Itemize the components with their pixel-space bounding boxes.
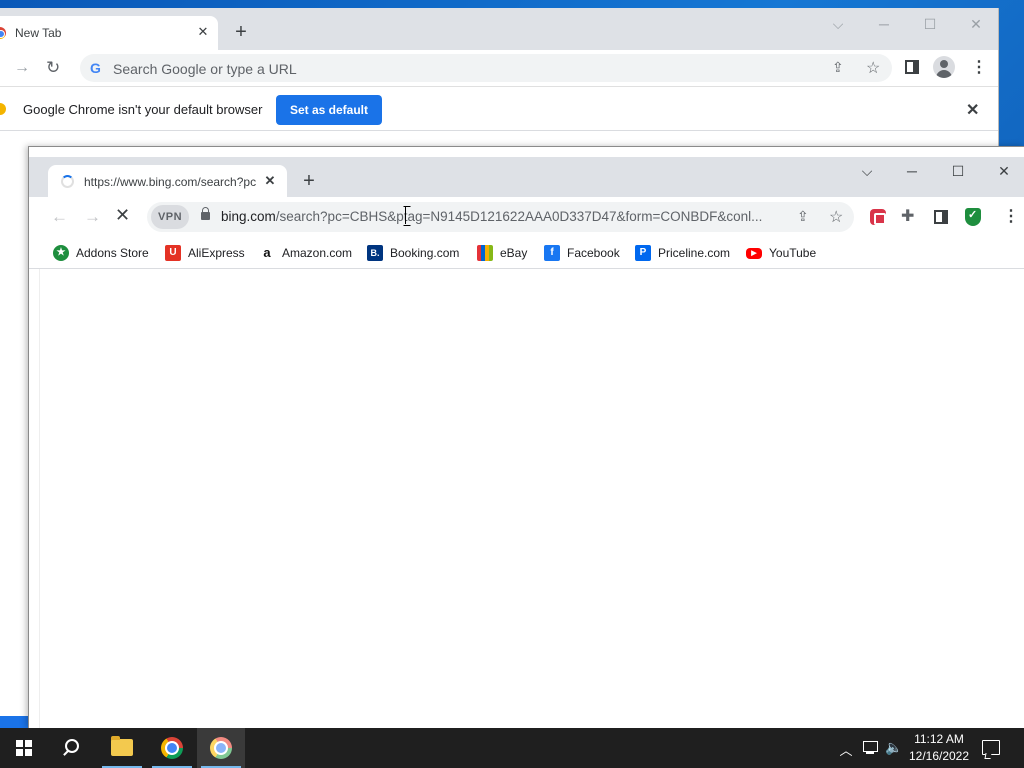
clock-date: 12/16/2022	[908, 749, 970, 763]
maximize-icon[interactable]: ☐	[946, 161, 970, 181]
bookmark-amazon[interactable]: a Amazon.com	[259, 243, 352, 263]
back-arrow-icon[interactable]: ←	[51, 207, 68, 227]
share-icon[interactable]: ⇪	[832, 59, 844, 76]
shield-check-icon[interactable]	[965, 208, 981, 226]
aliexpress-icon: U	[165, 245, 181, 261]
google-icon: G	[90, 60, 101, 76]
tab-title: https://www.bing.com/search?pc=CBHS&ptag…	[84, 175, 256, 189]
clock-time: 11:12 AM	[914, 732, 964, 746]
start-button[interactable]	[0, 728, 48, 768]
toolbar: → ↻ G Search Google or type a URL ⇪ ☆ ⋮	[0, 50, 998, 86]
extensions-puzzle-icon[interactable]: ✚	[901, 206, 914, 226]
infobar-message: Google Chrome isn't your default browser	[23, 102, 263, 117]
bookmark-aliexpress[interactable]: U AliExpress	[165, 243, 245, 263]
bookmark-label: Facebook	[567, 246, 620, 260]
volume-icon[interactable]: 🔈	[885, 739, 902, 768]
omnibox-placeholder[interactable]: Search Google or type a URL	[113, 61, 297, 77]
bookmark-label: AliExpress	[188, 246, 245, 260]
default-browser-infobar: Google Chrome isn't your default browser…	[0, 86, 998, 131]
booking-icon: B.	[367, 245, 383, 261]
infobar-close-icon[interactable]: ✕	[966, 100, 979, 120]
set-as-default-button[interactable]: Set as default	[276, 95, 382, 125]
bookmark-youtube[interactable]: ▶ YouTube	[746, 243, 816, 263]
bookmark-label: YouTube	[769, 246, 817, 260]
vpn-badge-icon[interactable]: VPN	[151, 205, 189, 229]
omnibox[interactable]: G Search Google or type a URL ⇪ ☆	[80, 54, 892, 82]
facebook-icon: f	[544, 245, 560, 261]
menu-kebab-icon[interactable]: ⋮	[971, 58, 987, 78]
priceline-icon: P	[635, 245, 651, 261]
show-hidden-icons-chevron-icon[interactable]: ︿	[838, 740, 854, 768]
bookmark-priceline[interactable]: P Priceline.com	[635, 243, 730, 263]
bookmark-star-icon[interactable]: ☆	[866, 58, 880, 78]
chrome-taskbar-button[interactable]	[148, 728, 196, 768]
chrome-icon	[161, 737, 183, 759]
folder-icon	[111, 736, 133, 756]
bookmark-star-icon[interactable]: ☆	[829, 207, 843, 227]
new-tab-button[interactable]: +	[231, 22, 251, 42]
bookmark-label: Addons Store	[76, 246, 149, 260]
tab-strip: https://www.bing.com/search?pc=CBHS&ptag…	[29, 157, 1024, 197]
bookmark-label: Priceline.com	[658, 246, 731, 260]
close-window-icon[interactable]: ✕	[992, 161, 1016, 181]
tab-title: New Tab	[15, 26, 62, 40]
lock-icon[interactable]	[201, 207, 210, 220]
side-panel-icon[interactable]	[934, 210, 948, 224]
url-path: /search?pc=CBHS&ptag=N9145D121622AAA0D33…	[275, 209, 763, 224]
minimize-icon[interactable]: ─	[872, 14, 896, 34]
new-tab-button[interactable]: +	[299, 171, 319, 191]
chrome-logo-icon	[0, 103, 6, 115]
url-host: bing.com	[221, 209, 276, 224]
secure-browser-taskbar-button[interactable]	[197, 728, 245, 768]
bookmark-label: Amazon.com	[282, 246, 353, 260]
bookmark-addons-store[interactable]: ★ Addons Store	[53, 243, 149, 263]
tab-strip: New Tab ✕ + ⌵ ─ ☐ ✕	[0, 8, 998, 50]
file-explorer-button[interactable]	[98, 728, 146, 768]
tab-bing-search[interactable]: https://www.bing.com/search?pc=CBHS&ptag…	[48, 165, 287, 197]
forward-arrow-icon[interactable]: →	[14, 58, 34, 78]
addons-store-icon: ★	[53, 245, 69, 261]
tab-new-tab[interactable]: New Tab ✕	[0, 16, 218, 50]
tab-close-icon[interactable]: ✕	[195, 24, 211, 40]
search-icon[interactable]	[48, 728, 96, 768]
tab-search-chevron-icon[interactable]: ⌵	[855, 161, 879, 181]
loading-spinner-icon	[61, 175, 74, 188]
browser-window-bing: https://www.bing.com/search?pc=CBHS&ptag…	[28, 146, 1024, 729]
bookmark-booking[interactable]: B. Booking.com	[367, 243, 459, 263]
url-text[interactable]: bing.com/search?pc=CBHS&ptag=N9145D12162…	[221, 209, 781, 224]
ebay-icon	[477, 245, 493, 261]
network-icon[interactable]	[862, 741, 878, 768]
close-window-icon[interactable]: ✕	[964, 14, 988, 34]
text-cursor-icon	[403, 206, 411, 226]
toolbar: ← → ✕ VPN bing.com/search?pc=CBHS&ptag=N…	[29, 197, 1024, 237]
windows-logo-icon	[16, 740, 32, 756]
bookmark-label: Booking.com	[390, 246, 460, 260]
forward-arrow-icon[interactable]: →	[84, 207, 101, 227]
extension-red-icon[interactable]	[870, 209, 886, 225]
clock[interactable]: 11:12 AM 12/16/2022	[905, 731, 973, 768]
chrome-favicon-icon	[0, 27, 6, 39]
menu-kebab-icon[interactable]: ⋮	[1003, 207, 1019, 227]
page-content	[0, 132, 28, 712]
youtube-icon: ▶	[746, 247, 762, 259]
share-icon[interactable]: ⇪	[797, 208, 809, 225]
bookmark-ebay[interactable]: eBay	[477, 243, 527, 263]
amazon-icon: a	[259, 245, 275, 261]
page-content	[39, 269, 1024, 729]
side-panel-icon[interactable]	[905, 60, 919, 74]
bookmark-facebook[interactable]: f Facebook	[544, 243, 620, 263]
maximize-icon[interactable]: ☐	[918, 14, 942, 34]
stop-loading-icon[interactable]: ✕	[115, 205, 130, 226]
tab-close-icon[interactable]: ✕	[262, 173, 278, 189]
minimize-icon[interactable]: ─	[900, 161, 924, 181]
reload-icon[interactable]: ↻	[46, 58, 66, 78]
bookmark-label: eBay	[500, 246, 528, 260]
taskbar: ︿ 🔈 11:12 AM 12/16/2022	[0, 728, 1024, 768]
omnibox[interactable]: VPN bing.com/search?pc=CBHS&ptag=N9145D1…	[147, 202, 854, 232]
profile-avatar-icon[interactable]	[933, 56, 955, 78]
tab-search-chevron-icon[interactable]: ⌵	[826, 14, 850, 34]
notifications-icon[interactable]	[982, 740, 1000, 755]
bookmarks-bar: ★ Addons Store U AliExpress a Amazon.com…	[29, 237, 1024, 269]
secure-browser-icon	[210, 737, 232, 759]
